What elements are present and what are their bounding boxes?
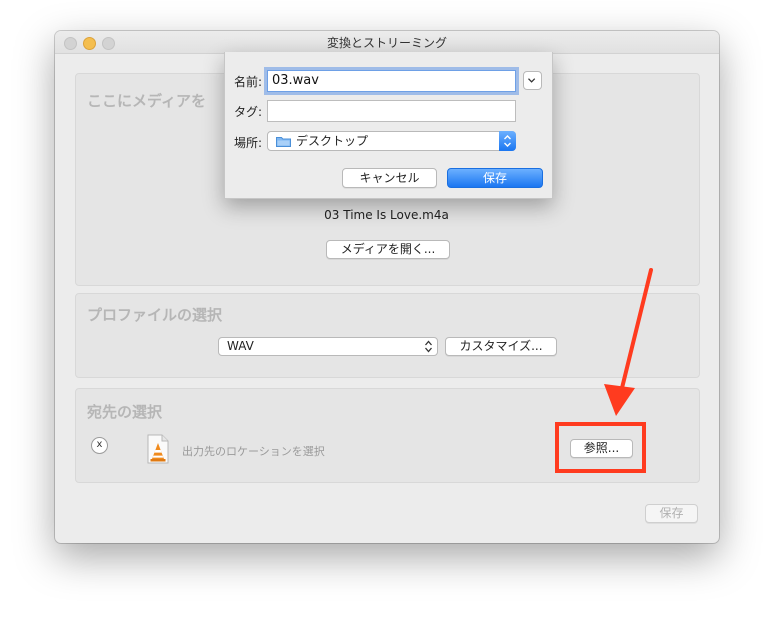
name-field[interactable]: 03.wav — [267, 70, 516, 92]
open-media-button[interactable]: メディアを開く... — [326, 240, 450, 259]
where-select[interactable]: デスクトップ — [267, 131, 516, 151]
profile-panel-title: プロファイルの選択 — [87, 306, 223, 324]
updown-arrows-icon — [504, 135, 511, 147]
where-select-arrows — [499, 131, 516, 151]
window-title: 変換とストリーミング — [326, 36, 447, 50]
name-label: 名前: — [234, 75, 263, 89]
updown-arrows-icon — [425, 340, 432, 353]
tags-label: タグ: — [234, 105, 263, 119]
destination-panel-title: 宛先の選択 — [87, 403, 163, 421]
source-filename: 03 Time Is Love.m4a — [324, 208, 449, 222]
where-select-value: デスクトップ — [296, 134, 369, 148]
source-panel-title: ここにメディアを — [87, 92, 206, 110]
where-label: 場所: — [234, 136, 263, 150]
cancel-button[interactable]: キャンセル — [342, 168, 437, 188]
highlight-box — [555, 422, 646, 473]
profile-select[interactable]: WAV — [218, 337, 438, 356]
title-bar: 変換とストリーミング — [55, 31, 719, 54]
save-sheet: 名前: 03.wav タグ: 場所: デスクトップ キャンセル 保存 — [224, 52, 553, 199]
vlc-cone-icon — [147, 434, 169, 464]
clear-destination-button[interactable]: x — [91, 437, 108, 454]
customize-button[interactable]: カスタマイズ... — [445, 337, 557, 356]
expand-sheet-button[interactable] — [523, 71, 542, 90]
sheet-save-button[interactable]: 保存 — [447, 168, 543, 188]
save-button-disabled: 保存 — [645, 504, 698, 523]
chevron-down-icon — [528, 78, 536, 83]
destination-location-label: 出力先のロケーションを選択 — [182, 445, 325, 458]
folder-icon — [276, 137, 291, 147]
tags-field[interactable] — [267, 100, 516, 122]
profile-panel: プロファイルの選択 — [75, 293, 700, 378]
profile-select-value: WAV — [227, 339, 254, 353]
